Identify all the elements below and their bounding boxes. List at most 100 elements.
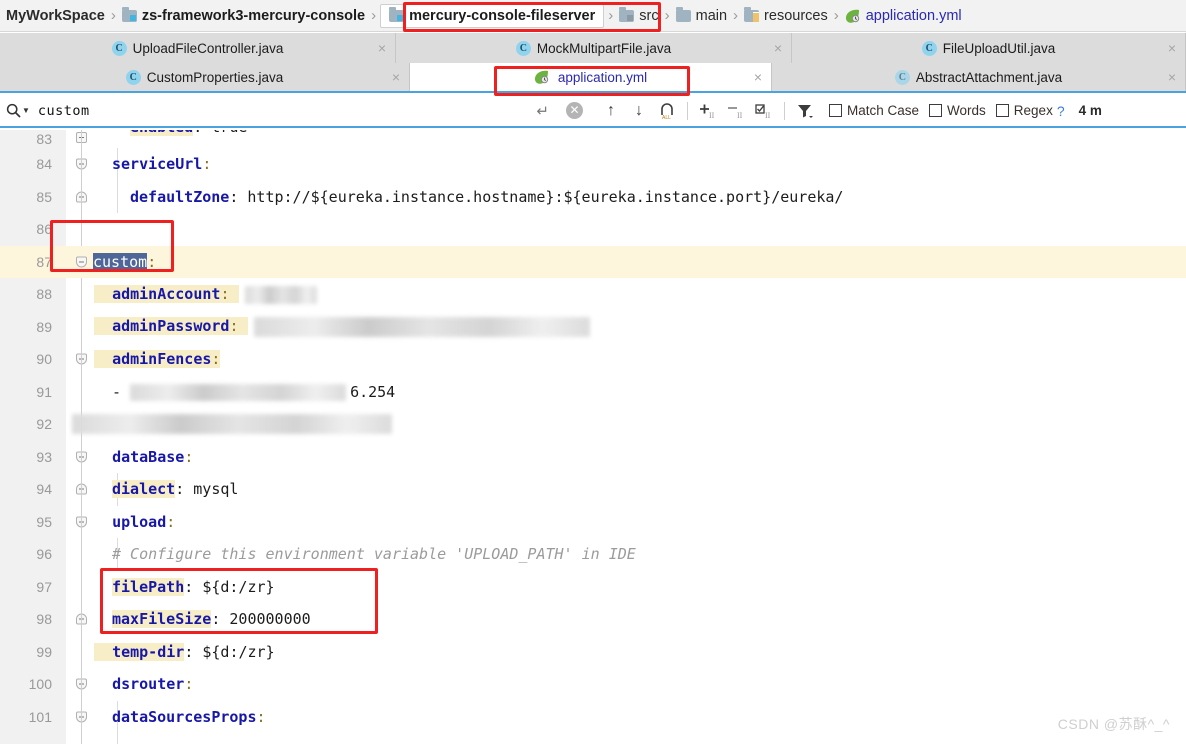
- redacted-value: [244, 285, 317, 304]
- breadcrumb-item-mercury-console-fileserver[interactable]: mercury-console-fileserver: [380, 3, 605, 28]
- checkbox-box[interactable]: [995, 104, 1009, 117]
- tab-UploadFileController-java[interactable]: C UploadFileController.java ×: [0, 33, 396, 63]
- editor-line[interactable]: 95 upload:: [0, 505, 1186, 539]
- editor-line[interactable]: 85 defaultZone: http://${eureka.instance…: [0, 180, 1186, 213]
- checkbox-box[interactable]: [929, 104, 943, 117]
- code-text: maxFileSize: 200000000: [94, 603, 311, 636]
- editor-line[interactable]: 101 dataSourcesProps:: [0, 700, 1186, 733]
- close-icon[interactable]: ×: [774, 41, 782, 55]
- regex-checkbox[interactable]: Regex: [995, 103, 1055, 118]
- indent-guide: [81, 570, 82, 603]
- words-checkbox[interactable]: Words: [929, 103, 996, 118]
- indent-guide: [81, 700, 82, 733]
- fold-marker[interactable]: [76, 256, 87, 268]
- editor-line[interactable]: 94 dialect: mysql: [0, 473, 1186, 506]
- editor-line[interactable]: [0, 733, 1186, 744]
- tab-CustomProperties-java[interactable]: C CustomProperties.java ×: [0, 63, 410, 91]
- folder-icon: [675, 6, 691, 22]
- editor-line[interactable]: 84 serviceUrl:: [0, 148, 1186, 181]
- arrow-down-icon[interactable]: ↓: [625, 97, 653, 125]
- code-text: upload:: [94, 506, 175, 539]
- editor-line[interactable]: 96 # Configure this environment variable…: [0, 538, 1186, 571]
- editor-line[interactable]: 92: [0, 408, 1186, 441]
- editor-line[interactable]: 88 adminAccount:: [0, 278, 1186, 311]
- line-number: 93: [36, 448, 52, 465]
- code-text: enabled: true: [94, 130, 247, 136]
- editor-line[interactable]: 100 dsrouter:: [0, 668, 1186, 701]
- line-number: 89: [36, 318, 52, 335]
- close-icon[interactable]: ×: [1168, 70, 1176, 84]
- code-text: serviceUrl:: [94, 148, 211, 181]
- toolbar-divider: [687, 101, 688, 120]
- close-icon[interactable]: ×: [378, 41, 386, 55]
- editor-line[interactable]: 98 maxFileSize: 200000000: [0, 603, 1186, 636]
- select-all-occurrences-icon[interactable]: ALL: [653, 97, 681, 125]
- editor-line[interactable]: 97 filePath: ${d:/zr}: [0, 570, 1186, 603]
- chevron-down-icon[interactable]: ▼: [22, 106, 30, 115]
- svg-text:II: II: [709, 111, 715, 120]
- code-editor[interactable]: 83 enabled: true 84 serviceUrl: 85 defau…: [0, 130, 1186, 744]
- clear-icon[interactable]: ✕: [566, 102, 583, 119]
- line-number: 98: [36, 611, 52, 628]
- find-tool-buttons: ↑ ↓ ALL II II II: [597, 97, 819, 125]
- svg-text:ALL: ALL: [662, 115, 671, 120]
- tab-AbstractAttachment-java[interactable]: C AbstractAttachment.java ×: [772, 63, 1186, 91]
- editor-line[interactable]: 89 adminPassword:: [0, 310, 1186, 343]
- select-occurrences-icon[interactable]: II: [750, 97, 778, 125]
- editor-line[interactable]: 91 - 6.254: [0, 375, 1186, 409]
- java-class-icon: C: [894, 69, 910, 85]
- yaml-value-text: 200000000: [229, 610, 311, 629]
- line-number: 92: [36, 416, 52, 433]
- svg-text:II: II: [765, 111, 771, 120]
- tab-MockMultipartFile-java[interactable]: C MockMultipartFile.java ×: [396, 33, 792, 63]
- editor-line[interactable]: 93 dataBase:: [0, 440, 1186, 473]
- editor-line[interactable]: 99 temp-dir: ${d:/zr}: [0, 635, 1186, 668]
- remove-occurrence-icon[interactable]: II: [722, 97, 750, 125]
- java-class-icon: C: [921, 40, 937, 56]
- yaml-key: enabled: [130, 130, 194, 136]
- search-query-text: custom: [37, 102, 90, 119]
- breadcrumb-item-src[interactable]: src: [615, 6, 662, 26]
- breadcrumb-item-resources[interactable]: resources: [740, 6, 832, 26]
- breadcrumb-item-main[interactable]: main: [672, 6, 731, 26]
- editor-line-current[interactable]: 87 custom:: [0, 245, 1186, 278]
- indent-guide: [81, 310, 82, 343]
- line-number: 85: [36, 188, 52, 205]
- add-occurrence-icon[interactable]: II: [694, 97, 722, 125]
- yaml-list-dash: -: [112, 382, 131, 401]
- search-input[interactable]: ▼ custom ↵ ✕: [0, 94, 597, 127]
- yaml-key: serviceUrl: [112, 155, 203, 174]
- filter-icon[interactable]: [791, 97, 819, 125]
- checkbox-box[interactable]: [829, 104, 842, 117]
- words-label: Words: [947, 103, 986, 118]
- code-text: - 6.254: [94, 376, 395, 409]
- breadcrumb-item-myworkspace[interactable]: MyWorkSpace: [0, 6, 109, 26]
- arrow-up-icon[interactable]: ↑: [597, 97, 625, 125]
- code-text: adminAccount:: [94, 278, 317, 311]
- yaml-value-fragment: 6.254: [350, 382, 396, 401]
- editor-line[interactable]: 83 enabled: true: [0, 130, 1186, 148]
- enter-arrow-icon[interactable]: ↵: [536, 102, 549, 120]
- indent-guide: [81, 375, 82, 408]
- breadcrumb-label: main: [695, 7, 728, 24]
- editor-line[interactable]: 86: [0, 213, 1186, 246]
- breadcrumb-item-application-yml[interactable]: application.yml: [841, 6, 966, 26]
- close-icon[interactable]: ×: [1168, 41, 1176, 55]
- tab-FileUploadUtil-java[interactable]: C FileUploadUtil.java ×: [792, 33, 1186, 63]
- indent-guide: [81, 130, 82, 148]
- close-icon[interactable]: ×: [754, 70, 762, 84]
- yaml-comment: # Configure this environment variable 'U…: [112, 545, 636, 564]
- help-icon[interactable]: ?: [1057, 103, 1065, 119]
- close-icon[interactable]: ×: [392, 70, 400, 84]
- breadcrumb-item-zs-framework3-mercury-console[interactable]: zs-framework3-mercury-console: [118, 6, 369, 26]
- match-case-checkbox[interactable]: Match Case: [829, 103, 929, 118]
- breadcrumb-separator: ›: [608, 7, 614, 24]
- yaml-key: dialect: [112, 480, 176, 499]
- search-icon[interactable]: ▼: [6, 103, 30, 118]
- tab-application-yml[interactable]: application.yml ×: [410, 63, 772, 91]
- editor-line[interactable]: 90 adminFences:: [0, 343, 1186, 376]
- resources-folder-icon: [744, 6, 760, 22]
- java-class-icon: C: [515, 40, 531, 56]
- line-number: 101: [28, 708, 52, 725]
- breadcrumb-separator: ›: [110, 7, 116, 24]
